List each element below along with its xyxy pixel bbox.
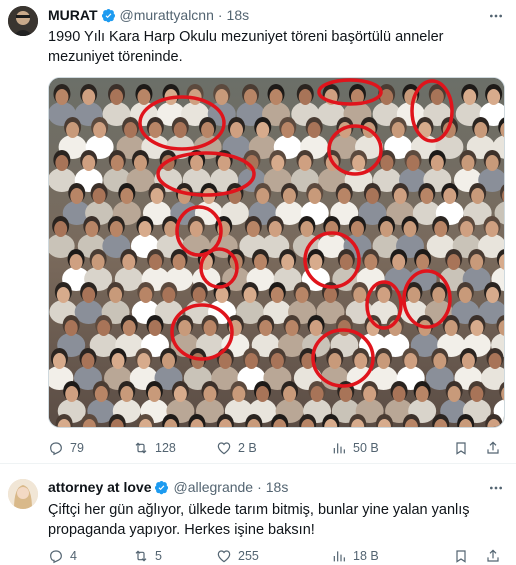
view-count: 18 B bbox=[353, 549, 379, 563]
reply-icon bbox=[50, 442, 62, 456]
tweet-actions: 4 5 255 18 B bbox=[48, 545, 508, 565]
reply-count: 4 bbox=[70, 549, 77, 563]
share-button[interactable] bbox=[485, 545, 507, 565]
handle[interactable]: @murattyalcnn bbox=[120, 7, 214, 23]
tweet-header: MURAT @murattyalcnn · 18s bbox=[48, 7, 249, 23]
reply-button[interactable]: 4 bbox=[48, 545, 77, 565]
tweet-actions: 79 128 2 B 50 B bbox=[48, 437, 508, 459]
timestamp[interactable]: 18s bbox=[227, 7, 250, 23]
avatar[interactable] bbox=[8, 6, 38, 36]
views-button[interactable]: 18 B bbox=[331, 545, 379, 565]
tweet-text: Çiftçi her gün ağlıyor, ülkede tarım bit… bbox=[48, 502, 470, 538]
tweet-header: attorney at love @allegrande · 18s bbox=[48, 479, 288, 495]
bookmark-button[interactable] bbox=[453, 437, 475, 459]
heart-icon bbox=[217, 442, 231, 455]
like-count: 2 B bbox=[238, 441, 257, 455]
separator-dot: · bbox=[257, 479, 262, 495]
like-button[interactable]: 2 B bbox=[216, 437, 257, 459]
reply-icon bbox=[50, 550, 62, 564]
more-options-button[interactable] bbox=[486, 6, 506, 26]
verified-badge-icon bbox=[155, 480, 169, 494]
verified-badge-icon bbox=[101, 8, 115, 22]
display-name[interactable]: MURAT bbox=[48, 7, 98, 23]
share-button[interactable] bbox=[485, 437, 507, 459]
repost-count: 128 bbox=[155, 441, 176, 455]
more-options-button[interactable] bbox=[486, 478, 506, 498]
view-count: 50 B bbox=[353, 441, 379, 455]
crowd-photo bbox=[49, 78, 504, 427]
repost-count: 5 bbox=[155, 549, 162, 563]
bookmark-icon bbox=[456, 550, 466, 563]
views-chart-icon bbox=[333, 443, 345, 454]
display-name[interactable]: attorney at love bbox=[48, 479, 151, 495]
views-chart-icon bbox=[333, 551, 345, 562]
tweet-photo[interactable] bbox=[48, 77, 505, 428]
repost-icon bbox=[135, 442, 147, 454]
tweet-2[interactable]: attorney at love @allegrande · 18s Çiftç… bbox=[0, 463, 516, 565]
timestamp[interactable]: 18s bbox=[266, 479, 289, 495]
handle[interactable]: @allegrande bbox=[173, 479, 253, 495]
views-button[interactable]: 50 B bbox=[331, 437, 379, 459]
share-icon bbox=[487, 441, 499, 454]
heart-icon bbox=[217, 550, 231, 563]
repost-button[interactable]: 5 bbox=[133, 545, 162, 565]
avatar-image bbox=[8, 479, 38, 509]
tweet-1[interactable]: MURAT @murattyalcnn · 18s 1990 Yılı Kara… bbox=[0, 0, 516, 463]
avatar[interactable] bbox=[8, 479, 38, 509]
repost-icon bbox=[135, 550, 147, 562]
bookmark-icon bbox=[456, 442, 466, 455]
reply-button[interactable]: 79 bbox=[48, 437, 84, 459]
like-count: 255 bbox=[238, 549, 259, 563]
bookmark-button[interactable] bbox=[453, 545, 475, 565]
repost-button[interactable]: 128 bbox=[133, 437, 176, 459]
more-horizontal-icon bbox=[490, 14, 502, 18]
separator-dot: · bbox=[217, 7, 223, 23]
like-button[interactable]: 255 bbox=[216, 545, 259, 565]
reply-count: 79 bbox=[70, 441, 84, 455]
more-horizontal-icon bbox=[490, 486, 502, 490]
share-icon bbox=[487, 549, 499, 562]
tweet-text: 1990 Yılı Kara Harp Okulu mezuniyet töre… bbox=[48, 29, 444, 65]
avatar-image bbox=[8, 6, 38, 36]
